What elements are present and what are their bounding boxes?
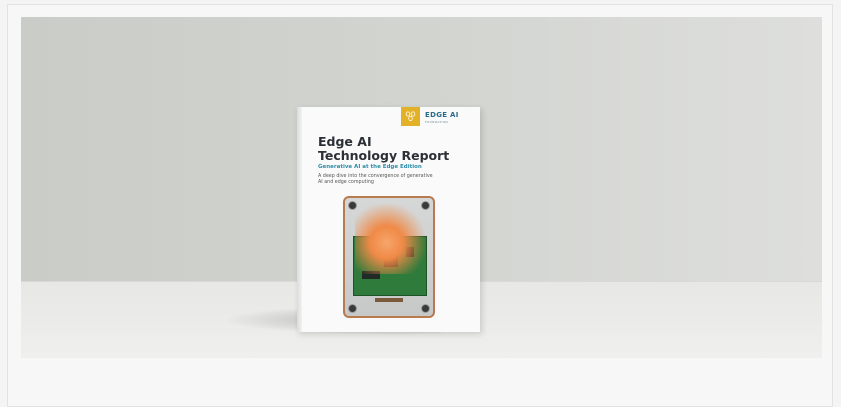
orange-splash-graphic xyxy=(355,204,425,274)
brand-name: EDGE AI xyxy=(425,111,459,119)
book-spine xyxy=(297,107,302,332)
book-subtitle: Generative AI at the Edge Edition xyxy=(318,164,422,170)
screw-icon xyxy=(421,304,430,313)
edge-device-illustration xyxy=(343,196,435,318)
edge-ai-logo: EDGE AI FOUNDATION xyxy=(425,112,459,126)
book-title-line2: Technology Report xyxy=(318,148,450,163)
gold-hex-logo-icon xyxy=(401,107,420,126)
screw-icon xyxy=(348,304,357,313)
device-connector xyxy=(375,298,403,302)
report-book-cover[interactable]: EDGE AI FOUNDATION Edge AI Technology Re… xyxy=(297,107,480,332)
brand-sub: FOUNDATION xyxy=(425,120,448,124)
book-title: Edge AI Technology Report xyxy=(318,135,468,163)
book-title-line1: Edge AI xyxy=(318,134,372,149)
book-description: A deep dive into the convergence of gene… xyxy=(318,174,433,185)
hero-banner: EDGE AI FOUNDATION Edge AI Technology Re… xyxy=(21,17,822,358)
